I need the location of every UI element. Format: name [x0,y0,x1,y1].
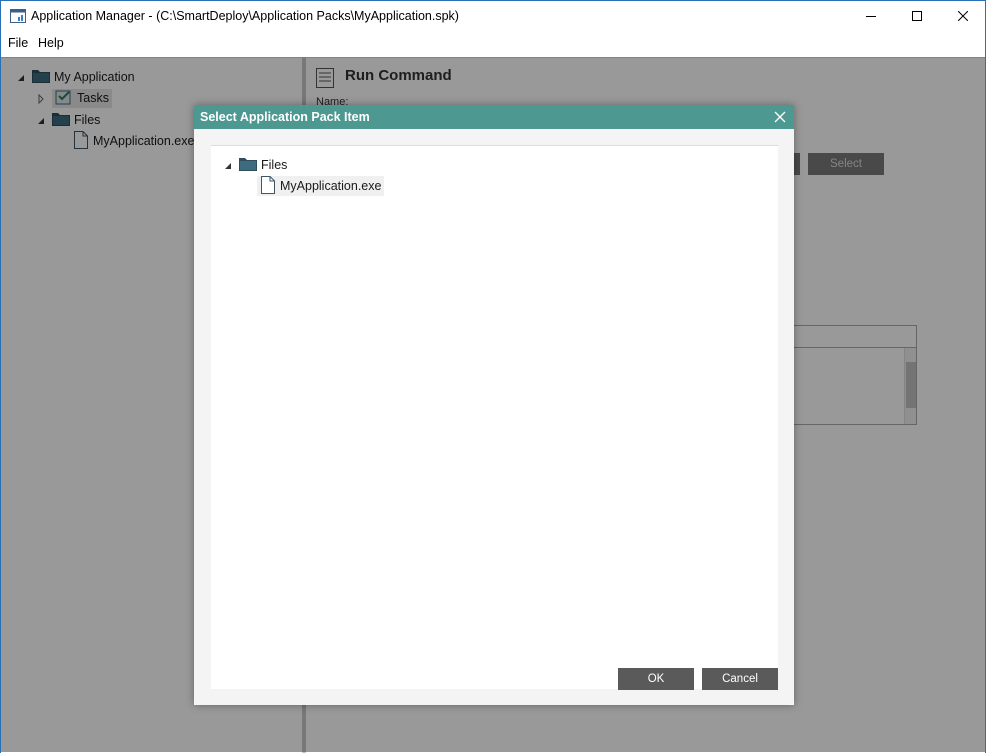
menu-file[interactable]: File [8,36,28,50]
title-bar[interactable]: Application Manager - (C:\SmartDeploy\Ap… [1,1,985,31]
file-icon [260,175,276,197]
menu-bar: File Help [1,31,985,55]
window-title: Application Manager - (C:\SmartDeploy\Ap… [31,9,459,23]
dialog-tree-item-file[interactable]: MyApplication.exe [257,175,385,197]
minimize-button[interactable] [848,1,894,31]
tree-label: MyApplication.exe [280,179,382,193]
dialog-tree-item-files[interactable]: Files [223,155,287,175]
select-item-dialog: Select Application Pack Item Files MyApp… [194,105,794,705]
cancel-button[interactable]: Cancel [702,668,778,690]
dialog-item-tree: Files MyApplication.exe OK Cancel [211,145,778,690]
tree-label: Files [261,158,288,172]
collapse-arrow-icon[interactable] [223,160,233,170]
menu-help[interactable]: Help [38,36,64,50]
app-window-icon [10,8,26,24]
dialog-close-icon[interactable] [772,109,788,125]
ok-button[interactable]: OK [618,668,694,690]
close-button[interactable] [940,1,986,31]
folder-icon [239,156,257,174]
main-window: Application Manager - (C:\SmartDeploy\Ap… [0,0,986,753]
dialog-title: Select Application Pack Item [200,110,370,124]
dialog-title-bar[interactable]: Select Application Pack Item [194,105,794,129]
maximize-button[interactable] [894,1,940,31]
